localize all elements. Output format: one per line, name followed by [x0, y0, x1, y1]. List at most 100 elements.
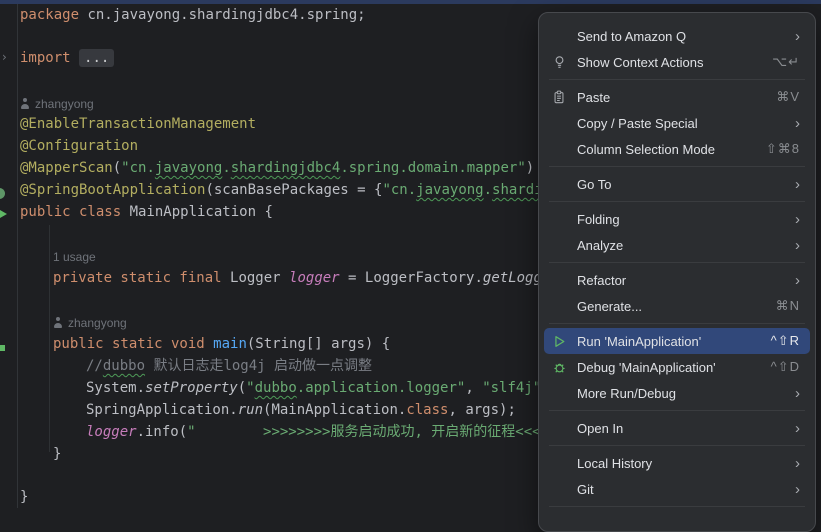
menu-item-label: Local History — [577, 456, 785, 471]
menu-item-paste[interactable]: Paste ⌘V — [544, 84, 810, 110]
menu-separator — [549, 201, 805, 202]
shortcut-label: ⌥↵ — [772, 54, 800, 70]
run-icon — [549, 333, 569, 349]
code-segment: cn.javayong.shardingjdbc4.spring; — [87, 7, 365, 23]
shortcut-label: ⌘V — [776, 89, 800, 105]
author-inlay[interactable]: zhangyong — [53, 312, 127, 334]
code-segment: run — [238, 402, 263, 418]
menu-icon-placeholder — [549, 176, 569, 192]
code-segment: (String[] args) { — [247, 336, 390, 352]
menu-separator — [549, 79, 805, 80]
menu-item-run-mainapplication[interactable]: Run 'MainApplication' ^⇧R — [544, 328, 810, 354]
submenu-arrow-icon: › — [795, 273, 800, 288]
usage-inlay[interactable]: 1 usage — [53, 246, 96, 268]
code-segment: .info( — [137, 424, 188, 440]
code-segment: setProperty — [145, 380, 238, 396]
menu-item-send-to-amazon-q[interactable]: Send to Amazon Q› — [544, 23, 810, 49]
code-segment: package — [20, 7, 87, 23]
editor-gutter: › — [0, 4, 18, 508]
code-segment: ( — [113, 160, 121, 176]
code-line[interactable]: @MapperScan("cn.javayong.shardingjdbc4.s… — [20, 157, 534, 179]
menu-separator — [549, 506, 805, 507]
code-segment: SpringApplication. — [86, 402, 238, 418]
code-line[interactable]: System.setProperty("dubbo.application.lo… — [86, 377, 558, 399]
menu-item-column-selection-mode[interactable]: Column Selection Mode⇧⌘8 — [544, 136, 810, 162]
code-segment: . — [222, 160, 230, 176]
menu-item-more-run-debug[interactable]: More Run/Debug› — [544, 380, 810, 406]
code-segment: , — [465, 380, 482, 396]
code-segment: .spring.domain.mapper" — [340, 160, 525, 176]
run-method-icon[interactable] — [0, 345, 5, 351]
menu-item-label: Go To — [577, 177, 785, 192]
run-class-icon[interactable] — [0, 210, 7, 218]
code-segment: . — [484, 182, 492, 198]
spring-bean-icon[interactable] — [0, 188, 5, 199]
shortcut-label: ^⇧R — [771, 333, 800, 349]
menu-item-show-context-actions[interactable]: Show Context Actions ⌥↵ — [544, 49, 810, 75]
author-person-icon — [53, 317, 63, 328]
code-segment: @SpringBootApplication — [20, 182, 205, 198]
submenu-arrow-icon: › — [795, 177, 800, 192]
code-segment: System. — [86, 380, 145, 396]
menu-item-label: Run 'MainApplication' — [577, 334, 761, 349]
code-line[interactable]: SpringApplication.run(MainApplication.cl… — [86, 399, 516, 421]
menu-item-refactor[interactable]: Refactor › — [544, 267, 810, 293]
code-segment: (MainApplication. — [263, 402, 406, 418]
code-segment: // — [86, 358, 103, 374]
menu-item-label: Refactor — [577, 273, 785, 288]
code-segment: " >>>>>>>>服务启动成功, 开启新的征程<<<<<<<< — [187, 424, 583, 440]
code-line[interactable]: public class MainApplication { — [20, 201, 273, 223]
code-line[interactable]: @EnableTransactionManagement — [20, 113, 256, 135]
menu-item-open-in[interactable]: Open In› — [544, 415, 810, 441]
menu-icon-placeholder — [549, 237, 569, 253]
menu-item-generate[interactable]: Generate...⌘N — [544, 293, 810, 319]
code-line[interactable]: @Configuration — [20, 135, 138, 157]
menu-icon-placeholder — [549, 211, 569, 227]
menu-separator — [549, 166, 805, 167]
code-line[interactable]: logger.info(" >>>>>>>>服务启动成功, 开启新的征程<<<<… — [86, 421, 583, 443]
menu-icon-placeholder — [549, 420, 569, 436]
code-segment: } — [53, 446, 61, 462]
menu-item-copy-paste-special[interactable]: Copy / Paste Special › — [544, 110, 810, 136]
menu-item-label: Copy / Paste Special — [577, 116, 785, 131]
code-line[interactable]: } — [53, 443, 61, 465]
menu-item-git[interactable]: Git› — [544, 476, 810, 502]
code-segment: logger — [289, 270, 348, 286]
menu-item-local-history[interactable]: Local History› — [544, 450, 810, 476]
code-segment: "slf4j" — [482, 380, 541, 396]
code-segment: dubbo — [103, 358, 145, 374]
code-segment: ( — [238, 380, 246, 396]
clipboard-icon — [549, 89, 569, 105]
menu-item-label: Paste — [577, 90, 766, 105]
menu-icon-placeholder — [549, 385, 569, 401]
menu-item-analyze[interactable]: Analyze› — [544, 232, 810, 258]
code-line[interactable]: } — [20, 486, 28, 508]
author-inlay[interactable]: zhangyong — [20, 93, 94, 115]
code-segment: 默认日志走log4j 启动做一点调整 — [145, 358, 372, 374]
author-person-icon — [20, 98, 30, 109]
menu-icon-placeholder — [549, 141, 569, 157]
code-line[interactable]: public static void main(String[] args) { — [53, 333, 390, 355]
menu-item-label: Git — [577, 482, 785, 497]
code-segment: "cn. — [382, 182, 416, 198]
indent-guide — [49, 225, 50, 452]
code-segment: MainApplication { — [130, 204, 273, 220]
menu-item-debug-mainapplication[interactable]: Debug 'MainApplication'^⇧D — [544, 354, 810, 380]
code-line[interactable]: private static final Logger logger = Log… — [53, 267, 567, 289]
code-segment: " — [246, 380, 254, 396]
code-segment: @Configuration — [20, 138, 138, 154]
menu-item-go-to[interactable]: Go To › — [544, 171, 810, 197]
menu-item-folding[interactable]: Folding› — [544, 206, 810, 232]
code-segment: .application.logger" — [297, 380, 466, 396]
import-folded-line[interactable]: import ... — [20, 47, 114, 69]
submenu-arrow-icon: › — [795, 116, 800, 131]
menu-item-label: Show Context Actions — [577, 55, 762, 70]
code-segment: dubbo — [255, 380, 297, 396]
code-segment: zhangyong — [68, 316, 127, 330]
shortcut-label: ⌘N — [776, 298, 800, 314]
fold-chevron-icon[interactable]: › — [2, 50, 7, 64]
debug-icon — [549, 359, 569, 375]
code-line[interactable]: //dubbo 默认日志走log4j 启动做一点调整 — [86, 355, 372, 377]
code-line[interactable]: package cn.javayong.shardingjdbc4.spring… — [20, 4, 366, 26]
menu-separator — [549, 262, 805, 263]
